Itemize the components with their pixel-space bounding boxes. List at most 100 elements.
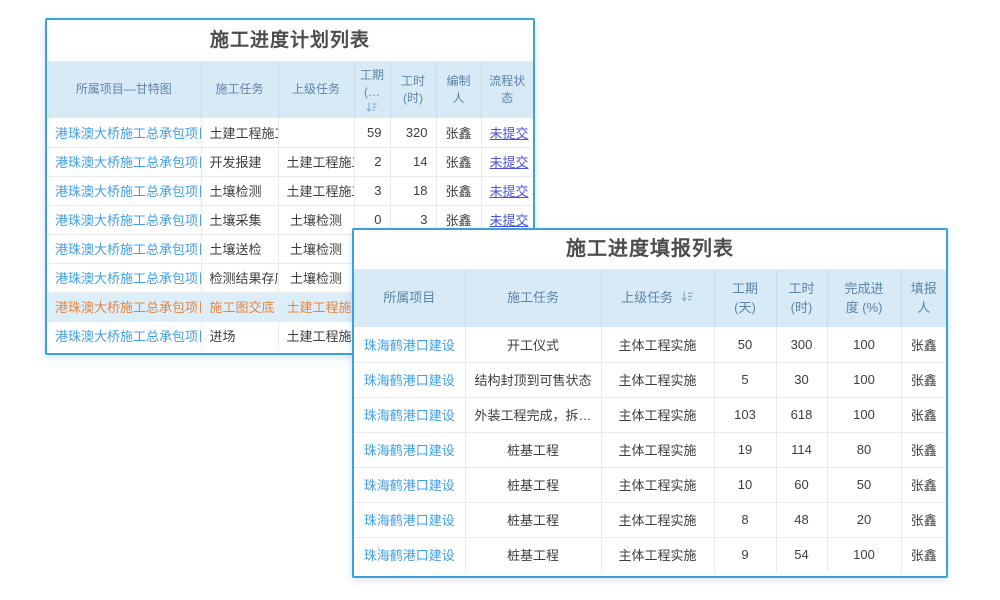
- cell-task: 外装工程完成，拆…: [465, 397, 601, 432]
- col-header-label: 上级任务: [621, 290, 673, 305]
- col-header-project-gantt: 所属项目—甘特图: [47, 62, 201, 118]
- cell-text: 张鑫: [445, 155, 471, 170]
- table-row[interactable]: 珠海鹤港口建设桩基工程主体工程实施954100张鑫: [354, 537, 946, 572]
- cell-text: 主体工程实施: [618, 548, 696, 563]
- table-row[interactable]: 珠海鹤港口建设结构封顶到可售状态主体工程实施530100张鑫: [354, 362, 946, 397]
- table-row[interactable]: 珠海鹤港口建设桩基工程主体工程实施106050张鑫: [354, 467, 946, 502]
- col-header-reporter: 填报人: [901, 270, 946, 327]
- project-link[interactable]: 珠海鹤港口建设: [364, 443, 455, 458]
- cell-reporter: 张鑫: [901, 537, 946, 572]
- cell-duration: 2: [354, 147, 390, 176]
- project-link[interactable]: 珠海鹤港口建设: [364, 373, 455, 388]
- project-link[interactable]: 珠海鹤港口建设: [364, 513, 455, 528]
- col-header-label: 工期 (天): [732, 281, 758, 315]
- cell-hours: 300: [776, 327, 827, 362]
- cell-text: 张鑫: [911, 513, 937, 528]
- cell-project: 珠海鹤港口建设: [354, 467, 465, 502]
- status-link[interactable]: 未提交: [490, 126, 529, 141]
- col-header-label: 施工任务: [507, 290, 559, 305]
- col-header-label: 所属项目: [383, 290, 435, 305]
- status-link[interactable]: 未提交: [490, 213, 529, 228]
- table-row[interactable]: 珠海鹤港口建设桩基工程主体工程实施84820张鑫: [354, 502, 946, 537]
- cell-reporter: 张鑫: [901, 362, 946, 397]
- project-link[interactable]: 港珠澳大桥施工总承包项目: [55, 329, 201, 344]
- project-link[interactable]: 珠海鹤港口建设: [364, 548, 455, 563]
- col-header-duration[interactable]: 工期 (…: [354, 62, 390, 118]
- cell-text: 5: [741, 372, 748, 387]
- project-link[interactable]: 珠海鹤港口建设: [364, 338, 455, 353]
- table-row[interactable]: 港珠澳大桥施工总承包项目土建工程施工59320张鑫未提交: [47, 118, 533, 147]
- col-header-progress: 完成进 度 (%): [827, 270, 901, 327]
- cell-text: 100: [853, 372, 875, 387]
- cell-hours: 18: [390, 176, 436, 205]
- project-link[interactable]: 港珠澳大桥施工总承包项目: [55, 184, 201, 199]
- cell-text: 100: [853, 407, 875, 422]
- cell-text: 30: [794, 372, 808, 387]
- status-link[interactable]: 未提交: [490, 184, 529, 199]
- cell-text: 8: [741, 512, 748, 527]
- cell-parent: 主体工程实施: [601, 502, 714, 537]
- cell-text: 张鑫: [445, 184, 471, 199]
- project-link[interactable]: 港珠澳大桥施工总承包项目: [55, 242, 201, 257]
- project-link[interactable]: 港珠澳大桥施工总承包项目: [55, 155, 201, 170]
- cell-text: 50: [857, 477, 871, 492]
- cell-text: 土建工程施工: [287, 155, 355, 170]
- col-header-label: 所属项目—甘特图: [76, 82, 172, 96]
- project-link[interactable]: 珠海鹤港口建设: [364, 478, 455, 493]
- col-header-parent-task[interactable]: 上级任务: [601, 270, 714, 327]
- table-row[interactable]: 港珠澳大桥施工总承包项目土壤检测土建工程施工318张鑫未提交: [47, 176, 533, 205]
- cell-text: 3: [374, 183, 381, 198]
- cell-task: 桩基工程: [465, 467, 601, 502]
- cell-parent: 土建工程施工: [278, 147, 354, 176]
- cell-project: 港珠澳大桥施工总承包项目: [47, 234, 201, 263]
- cell-text: 张鑫: [911, 478, 937, 493]
- cell-duration: 5: [714, 362, 776, 397]
- project-link[interactable]: 港珠澳大桥施工总承包项目: [55, 126, 201, 141]
- cell-reporter: 张鑫: [901, 397, 946, 432]
- table-row[interactable]: 珠海鹤港口建设桩基工程主体工程实施1911480张鑫: [354, 432, 946, 467]
- cell-project: 港珠澳大桥施工总承包项目: [47, 292, 201, 321]
- cell-text: 320: [406, 125, 428, 140]
- cell-text: 施工图交底: [210, 300, 275, 315]
- cell-text: 14: [413, 154, 427, 169]
- cell-duration: 19: [714, 432, 776, 467]
- table-row[interactable]: 珠海鹤港口建设开工仪式主体工程实施50300100张鑫: [354, 327, 946, 362]
- cell-project: 港珠澳大桥施工总承包项目: [47, 176, 201, 205]
- cell-text: 进场: [210, 329, 236, 344]
- cell-task: 土壤检测: [201, 176, 278, 205]
- col-header-hours: 工时 (时): [390, 62, 436, 118]
- table-row[interactable]: 珠海鹤港口建设外装工程完成，拆…主体工程实施103618100张鑫: [354, 397, 946, 432]
- sort-icon[interactable]: [681, 291, 694, 303]
- cell-text: 50: [738, 337, 752, 352]
- cell-text: 桩基工程: [507, 548, 559, 563]
- cell-task: 开发报建: [201, 147, 278, 176]
- report-table: 所属项目 施工任务 上级任务 工期 (天) 工时 (时) 完成进 度 (%) 填…: [354, 270, 946, 572]
- cell-project: 珠海鹤港口建设: [354, 537, 465, 572]
- cell-text: 2: [374, 154, 381, 169]
- cell-text: 桩基工程: [507, 478, 559, 493]
- report-table-header-row: 所属项目 施工任务 上级任务 工期 (天) 工时 (时) 完成进 度 (%) 填…: [354, 270, 946, 327]
- project-link[interactable]: 港珠澳大桥施工总承包项目: [55, 271, 201, 286]
- cell-project: 珠海鹤港口建设: [354, 362, 465, 397]
- cell-parent: 土建工程施工: [278, 321, 354, 350]
- cell-text: 主体工程实施: [618, 513, 696, 528]
- cell-text: 土壤检测: [290, 242, 342, 257]
- cell-hours: 54: [776, 537, 827, 572]
- col-header-duration: 工期 (天): [714, 270, 776, 327]
- cell-text: 10: [738, 477, 752, 492]
- cell-text: 张鑫: [911, 548, 937, 563]
- table-row[interactable]: 港珠澳大桥施工总承包项目开发报建土建工程施工 2 14 张鑫 未提交: [47, 147, 533, 176]
- cell-project: 港珠澳大桥施工总承包项目: [47, 118, 201, 147]
- project-link[interactable]: 港珠澳大桥施工总承包项目: [55, 300, 201, 315]
- cell-duration: 3: [354, 176, 390, 205]
- cell-text: 土壤采集: [210, 213, 262, 228]
- sort-icon[interactable]: [366, 102, 378, 113]
- project-link[interactable]: 港珠澳大桥施工总承包项目: [55, 213, 201, 228]
- col-header-label: 施工任务: [215, 82, 263, 96]
- cell-text: 张鑫: [911, 443, 937, 458]
- project-link[interactable]: 珠海鹤港口建设: [364, 408, 455, 423]
- col-header-label: 工期 (…: [360, 68, 384, 99]
- cell-hours: 30: [776, 362, 827, 397]
- cell-project: 珠海鹤港口建设: [354, 327, 465, 362]
- status-link[interactable]: 未提交: [490, 155, 529, 170]
